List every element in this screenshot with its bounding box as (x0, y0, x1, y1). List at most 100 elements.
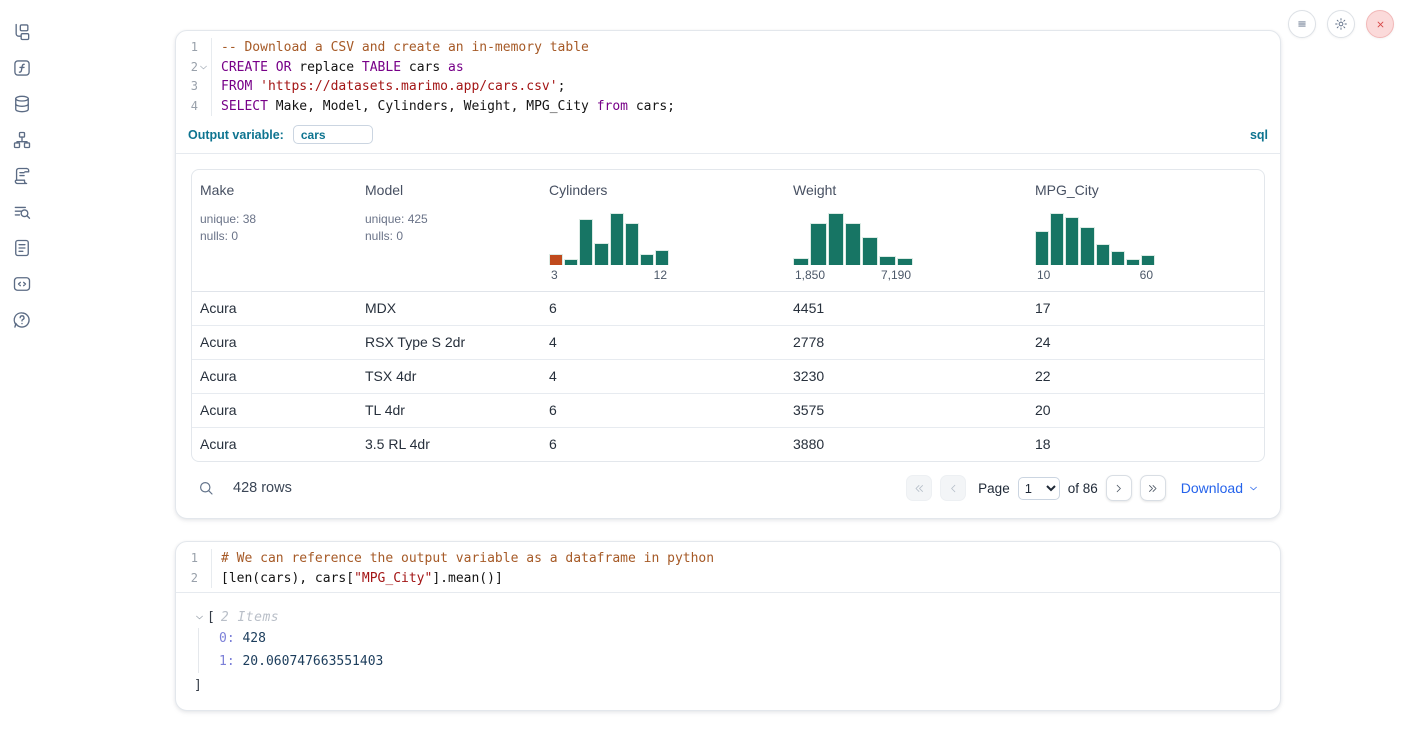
axis-max-label: 7,190 (881, 268, 911, 282)
tree-entry-value: 428 (235, 631, 266, 646)
histogram-bar[interactable] (610, 213, 624, 265)
column-header-make[interactable]: Makeunique: 38nulls: 0 (192, 170, 357, 291)
data-table: Makeunique: 38nulls: 0 Model unique: 425 nu… (191, 169, 1265, 462)
table-cell: Acura (192, 326, 357, 359)
search-icon[interactable] (197, 479, 215, 497)
column-stat: nulls: 0 (200, 228, 349, 245)
histogram-axis: 1060 (1035, 268, 1155, 282)
page-label: Page (978, 481, 1010, 496)
last-page-button[interactable] (1140, 475, 1166, 501)
code-token: OR (276, 60, 292, 75)
line-gutter: 2 (176, 569, 212, 589)
sidebar-item-outline-search[interactable] (12, 202, 32, 222)
sidebar-item-help[interactable] (12, 310, 32, 330)
settings-button[interactable] (1327, 10, 1355, 38)
column-stat: unique: 425 (365, 211, 533, 228)
table-footer: 428 rows Page 1 of 86 Download (191, 475, 1265, 503)
page-select[interactable]: 1 (1018, 477, 1060, 500)
histogram-bar[interactable] (793, 258, 809, 265)
pagination: Page 1 of 86 (906, 475, 1166, 501)
hamburger-icon (1295, 17, 1309, 31)
tree-entry: 1: 20.060747663551403 (219, 651, 1262, 674)
histogram-bar[interactable] (1111, 251, 1125, 265)
sidebar-item-dependencies[interactable] (12, 130, 32, 150)
column-header-mpg_city[interactable]: MPG_City1060 (1027, 170, 1264, 291)
histogram-axis: 312 (549, 268, 669, 282)
histogram-bar[interactable] (1080, 227, 1094, 265)
fold-slot (198, 553, 209, 564)
table-cell: 6 (541, 394, 785, 427)
sidebar-item-data-sources[interactable] (12, 94, 32, 114)
histogram-bar[interactable] (879, 256, 895, 265)
table-cell: TL 4dr (357, 394, 541, 427)
shutdown-button[interactable] (1366, 10, 1394, 38)
table-row[interactable]: AcuraMDX6445117 (192, 292, 1264, 325)
histogram-bar[interactable] (655, 250, 669, 265)
python-code-editor[interactable]: 1# We can reference the output variable … (176, 542, 1280, 593)
histogram-bar[interactable] (1065, 217, 1079, 265)
table-cell: 20 (1027, 394, 1264, 427)
code-token (252, 79, 260, 94)
column-header-weight[interactable]: Weight 1,8507,190 (785, 170, 1027, 291)
histogram-bar[interactable] (845, 223, 861, 265)
notebook-menu-button[interactable] (1288, 10, 1316, 38)
code-token: FROM (221, 79, 252, 94)
code-token: # We can reference the output variable a… (221, 551, 714, 566)
table-cell: 3880 (785, 428, 1027, 461)
prev-page-button[interactable] (940, 475, 966, 501)
chevron-down-icon[interactable] (194, 612, 205, 623)
table-row[interactable]: AcuraTL 4dr6357520 (192, 393, 1264, 427)
histogram-bar[interactable] (1141, 255, 1155, 265)
sidebar-item-snippets[interactable] (12, 274, 32, 294)
fold-slot (198, 42, 209, 53)
sidebar-item-logs[interactable] (12, 166, 32, 186)
histogram-axis: 1,8507,190 (793, 268, 913, 282)
histogram-bar[interactable] (862, 237, 878, 265)
histogram-bar[interactable] (897, 258, 913, 265)
code-token: -- Download a CSV and create an in-memor… (221, 40, 589, 55)
list-search-icon (12, 202, 32, 222)
download-button[interactable]: Download (1181, 480, 1259, 496)
table-row[interactable]: AcuraTSX 4dr4323022 (192, 359, 1264, 393)
histogram-bar[interactable] (1126, 259, 1140, 265)
sql-cell: 1 -- Download a CSV and create an in-memo… (175, 30, 1281, 519)
page-total-label: of 86 (1068, 481, 1098, 496)
column-label: Model (365, 182, 533, 198)
histogram-bar[interactable] (1050, 213, 1064, 265)
histogram-bar[interactable] (564, 259, 578, 265)
code-text: # We can reference the output variable a… (212, 549, 714, 569)
sql-cell-output: Makeunique: 38nulls: 0 Model unique: 425 nu… (176, 154, 1280, 518)
sidebar-item-documentation[interactable] (12, 238, 32, 258)
histogram-bar[interactable] (594, 243, 608, 265)
table-cell: RSX Type S 2dr (357, 326, 541, 359)
table-cell: 3230 (785, 360, 1027, 393)
histogram-bar[interactable] (640, 254, 654, 265)
fold-chevron-icon[interactable] (198, 62, 209, 73)
function-icon (12, 58, 32, 78)
column-label: Weight (793, 182, 1019, 198)
sql-code-editor[interactable]: 1-- Download a CSV and create an in-memo… (176, 31, 1280, 154)
histogram-bar[interactable] (1035, 231, 1049, 265)
output-variable-row: Output variable: sql (176, 120, 1280, 153)
sidebar-item-file-explorer[interactable] (12, 22, 32, 42)
code-token (268, 60, 276, 75)
table-cell: 3575 (785, 394, 1027, 427)
axis-max-label: 12 (654, 268, 667, 282)
output-variable-input[interactable] (293, 125, 373, 144)
histogram-bar[interactable] (549, 254, 563, 265)
histogram-bar[interactable] (579, 219, 593, 265)
table-row[interactable]: Acura3.5 RL 4dr6388018 (192, 427, 1264, 461)
next-page-button[interactable] (1106, 475, 1132, 501)
table-row[interactable]: AcuraRSX Type S 2dr4277824 (192, 325, 1264, 359)
histogram-bar[interactable] (625, 223, 639, 265)
sidebar-item-variables[interactable] (12, 58, 32, 78)
column-header-model[interactable]: Modelunique: 425nulls: 0 (357, 170, 541, 291)
column-header-cylinders[interactable]: Cylinders312 (541, 170, 785, 291)
code-token: Make, Model, Cylinders, Weight, MPG_City (268, 99, 597, 114)
histogram-bar[interactable] (810, 223, 826, 265)
histogram-bar[interactable] (1096, 244, 1110, 265)
database-icon (12, 94, 32, 114)
first-page-button[interactable] (906, 475, 932, 501)
histogram-bar[interactable] (828, 213, 844, 265)
table-body: AcuraMDX6445117AcuraRSX Type S 2dr427782… (192, 292, 1264, 461)
